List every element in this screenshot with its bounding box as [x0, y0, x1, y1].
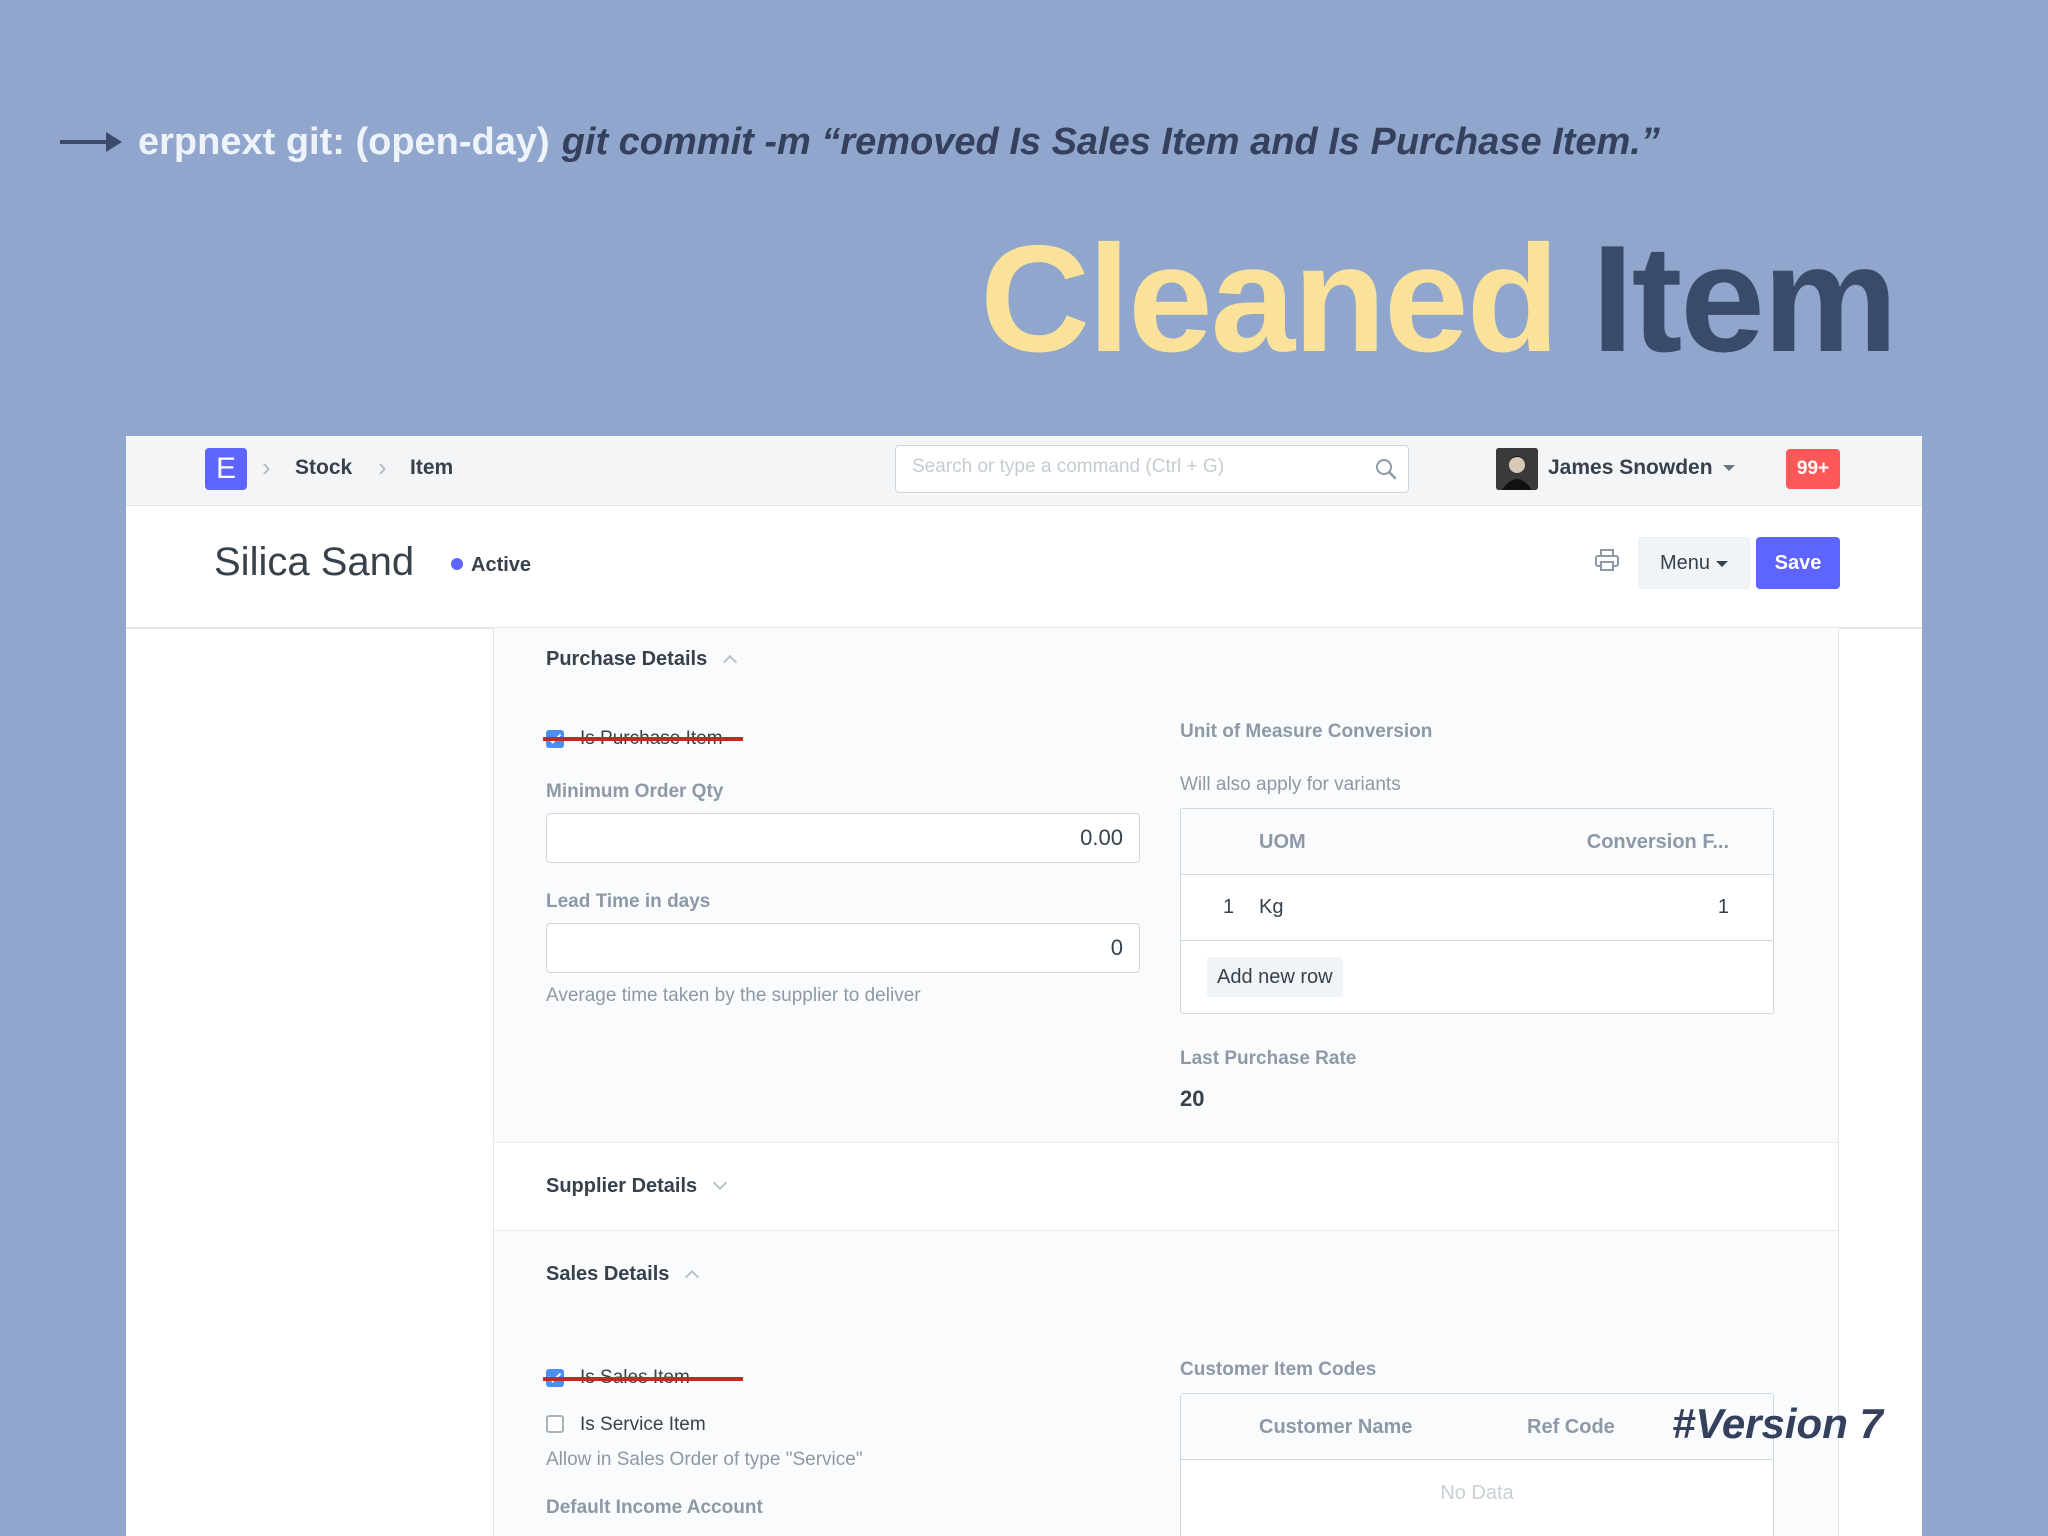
chevron-up-icon — [685, 1269, 700, 1285]
min-order-qty-input[interactable]: 0.00 — [546, 813, 1140, 863]
status-dot-icon — [451, 558, 463, 570]
default-income-account-label: Default Income Account — [546, 1497, 763, 1518]
is-service-item-label: Is Service Item — [580, 1414, 706, 1435]
caret-down-icon — [1722, 465, 1735, 472]
table-header: UOM Conversion F... — [1181, 809, 1773, 875]
no-data-message: No Data — [1440, 1482, 1514, 1504]
section-heading-purchase[interactable]: Purchase Details — [546, 648, 738, 671]
headline-word-cleaned: Cleaned — [980, 214, 1559, 384]
lead-time-description: Average time taken by the supplier to de… — [546, 985, 921, 1006]
table-row[interactable]: 1 Kg 1 — [1181, 875, 1773, 941]
form-layout: Purchase Details Is Purchase Item Minimu… — [493, 628, 1839, 1536]
command-prompt: erpnext git: (open-day) — [138, 120, 550, 163]
notifications-badge[interactable]: 99+ — [1786, 449, 1840, 489]
user-name: James Snowden — [1548, 456, 1713, 479]
sales-details-section: Sales Details Is Sales Item Is Service I… — [494, 1231, 1838, 1536]
lead-time-label: Lead Time in days — [546, 891, 711, 912]
column-header-uom: UOM — [1259, 831, 1306, 853]
menu-label: Menu — [1659, 552, 1711, 574]
caret-down-icon — [1716, 560, 1729, 567]
column-header-conversion-factor: Conversion F... — [1586, 831, 1729, 853]
page-head: Silica Sand Active Menu Save — [126, 506, 1922, 629]
breadcrumb-stock[interactable]: Stock — [295, 456, 352, 480]
app-logo[interactable]: E — [205, 448, 247, 490]
add-new-row-button[interactable]: Add new row — [1207, 957, 1343, 997]
is-service-item-description: Allow in Sales Order of type "Service" — [546, 1449, 863, 1470]
chevron-down-icon — [713, 1175, 728, 1191]
uom-conversion-description: Will also apply for variants — [1180, 774, 1401, 795]
min-order-qty-label: Minimum Order Qty — [546, 781, 724, 802]
uom-conversion-table: UOM Conversion F... 1 Kg 1 Add new row — [1180, 808, 1774, 1014]
git-command: git commit -m “removed Is Sales Item and… — [561, 120, 1660, 163]
section-heading-supplier[interactable]: Supplier Details — [546, 1175, 728, 1198]
search-input[interactable] — [910, 455, 1354, 479]
section-heading-label: Supplier Details — [546, 1175, 698, 1197]
section-heading-label: Purchase Details — [546, 648, 708, 670]
breadcrumb-item[interactable]: Item — [410, 456, 453, 480]
arrow-right-icon — [60, 132, 122, 152]
last-purchase-rate-value: 20 — [1180, 1086, 1205, 1111]
uom-conversion-label: Unit of Measure Conversion — [1180, 721, 1433, 742]
user-menu[interactable]: James Snowden — [1548, 456, 1735, 480]
navbar: E › Stock › Item James Snowden 99+ — [126, 436, 1922, 506]
row-conversion-factor[interactable]: 1 — [1718, 896, 1729, 919]
avatar[interactable] — [1496, 448, 1538, 490]
purchase-details-section: Purchase Details Is Purchase Item Minimu… — [494, 628, 1838, 1142]
page-title: Silica Sand — [214, 540, 415, 584]
erpnext-app-window: E › Stock › Item James Snowden 99+ Silic… — [126, 436, 1922, 1536]
slide-headline: Cleaned Item — [980, 212, 1898, 387]
headline-word-item: Item — [1591, 214, 1898, 384]
status-label: Active — [471, 554, 532, 576]
menu-button[interactable]: Menu — [1638, 537, 1750, 589]
git-command-line: erpnext git: (open-day) git commit -m “r… — [60, 112, 1660, 172]
supplier-details-section: Supplier Details — [494, 1143, 1838, 1230]
customer-item-codes-label: Customer Item Codes — [1180, 1359, 1377, 1380]
strikethrough-mark — [543, 1377, 743, 1381]
lead-time-input[interactable]: 0 — [546, 923, 1140, 973]
column-header-ref-code: Ref Code — [1527, 1416, 1615, 1438]
column-header-customer-name: Customer Name — [1259, 1416, 1413, 1438]
search-icon[interactable] — [1374, 457, 1398, 481]
status-indicator: Active — [451, 554, 531, 577]
save-button[interactable]: Save — [1756, 537, 1840, 589]
row-uom[interactable]: Kg — [1259, 896, 1283, 919]
row-index: 1 — [1223, 896, 1235, 918]
strikethrough-mark — [543, 737, 743, 741]
section-heading-label: Sales Details — [546, 1263, 670, 1285]
printer-icon[interactable] — [1594, 548, 1620, 572]
chevron-right-icon: › — [378, 452, 387, 482]
chevron-up-icon — [723, 654, 738, 670]
is-service-item-checkbox[interactable] — [546, 1415, 564, 1433]
section-heading-sales[interactable]: Sales Details — [546, 1263, 700, 1286]
awesome-bar — [895, 445, 1409, 493]
chevron-right-icon: › — [262, 452, 271, 482]
version-tag: #Version 7 — [1672, 1400, 1883, 1447]
last-purchase-rate-label: Last Purchase Rate — [1180, 1048, 1357, 1069]
